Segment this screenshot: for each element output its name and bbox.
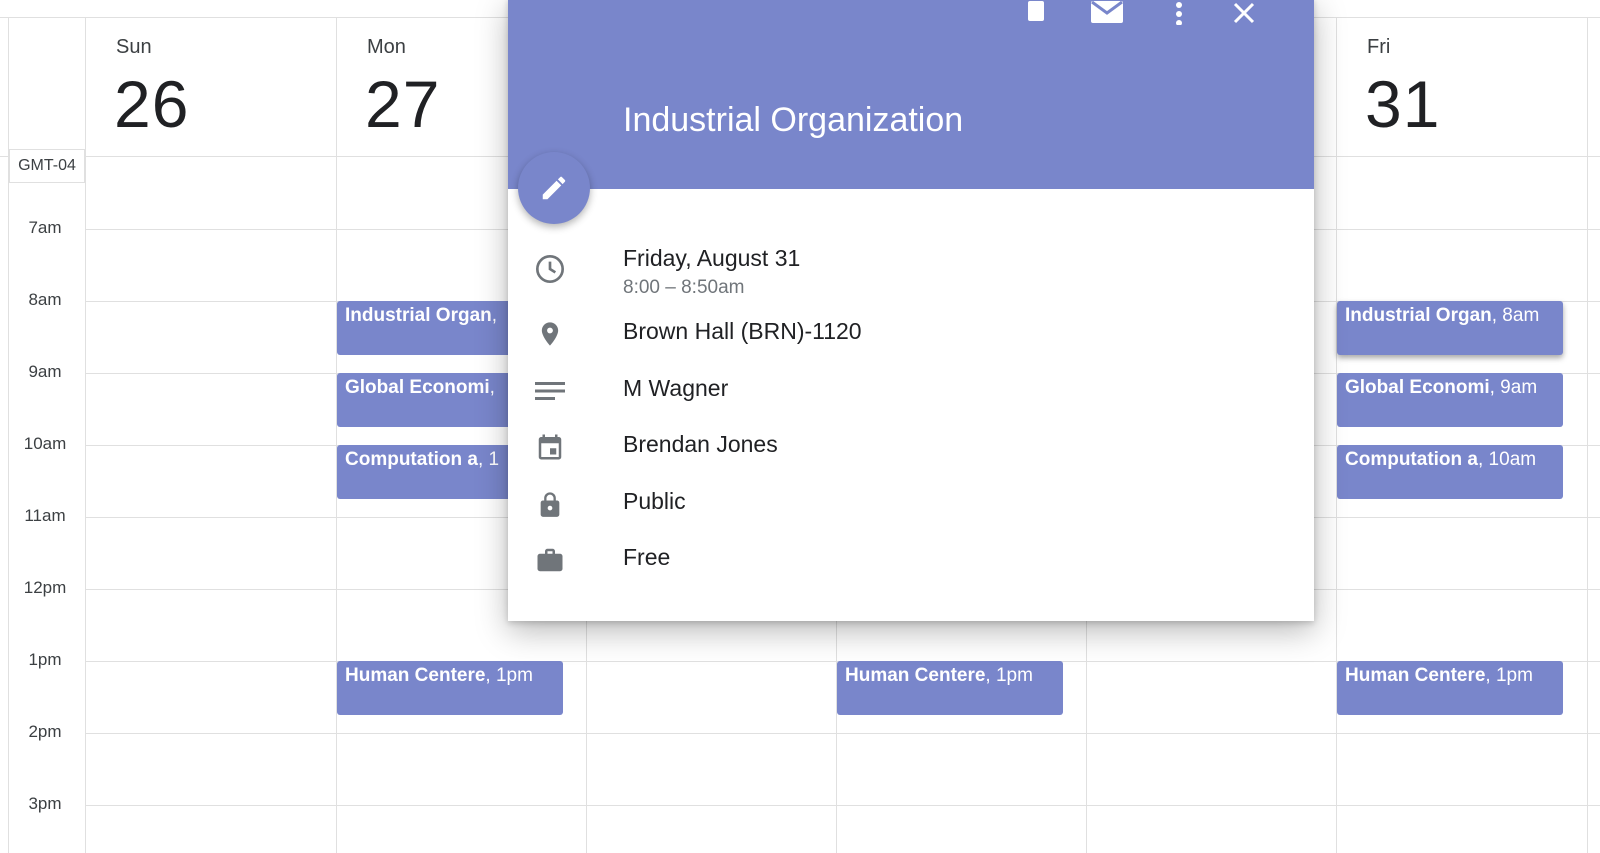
- event-time: , 1: [478, 449, 500, 470]
- event-time: , 1pm: [985, 665, 1033, 686]
- hour-label: 10am: [23, 434, 67, 453]
- event-calendar-owner: Brendan Jones: [623, 431, 778, 457]
- timezone-label: GMT-04: [9, 149, 85, 183]
- hour-label: 2pm: [28, 722, 62, 741]
- location-pin-icon: [532, 316, 568, 352]
- hour-label: 7am: [28, 218, 62, 237]
- day-name: Sun: [116, 36, 152, 58]
- day-number[interactable]: 31: [1365, 66, 1440, 142]
- delete-icon[interactable]: [1016, 0, 1056, 26]
- description-icon: [532, 373, 568, 409]
- email-icon[interactable]: [1087, 0, 1127, 26]
- event-chip[interactable]: Global Economi, 9am: [1337, 373, 1563, 427]
- event-chip[interactable]: Human Centere, 1pm: [337, 661, 563, 715]
- event-availability-row: Free: [508, 536, 1314, 582]
- event-title: Global Economi: [1345, 377, 1490, 398]
- event-chip[interactable]: Computation a, 10am: [1337, 445, 1563, 499]
- event-title: Industrial Organization: [623, 101, 964, 139]
- event-title: Global Economi: [345, 377, 490, 398]
- briefcase-icon: [532, 542, 568, 578]
- event-time: , 1pm: [1485, 665, 1533, 686]
- event-chip-selected[interactable]: Industrial Organ, 8am: [1337, 301, 1563, 355]
- edit-event-button[interactable]: [518, 152, 590, 224]
- event-date: Friday, August 31: [623, 245, 801, 271]
- calendar-icon: [532, 429, 568, 465]
- event-time: , 10am: [1478, 449, 1537, 470]
- event-availability: Free: [623, 544, 671, 570]
- popup-header: Industrial Organization: [508, 0, 1314, 189]
- event-title: Human Centere: [845, 665, 986, 686]
- event-title: Industrial Organ: [345, 305, 492, 326]
- hour-label: 3pm: [28, 794, 62, 813]
- event-description-row: M Wagner: [508, 367, 1314, 413]
- event-title: Human Centere: [345, 665, 486, 686]
- event-location-row: Brown Hall (BRN)-1120: [508, 310, 1314, 356]
- day-name: Mon: [367, 36, 406, 58]
- hour-label: 8am: [28, 290, 62, 309]
- event-title: Computation a: [345, 449, 478, 470]
- day-header-sun[interactable]: Sun 26: [86, 18, 336, 146]
- event-visibility: Public: [623, 488, 686, 514]
- event-datetime-row: Friday, August 31 8:00 – 8:50am: [508, 237, 1314, 301]
- event-time: , 8am: [1491, 305, 1540, 326]
- event-time: ,: [491, 305, 498, 326]
- row-divider: [85, 805, 1600, 806]
- hour-label: 11am: [24, 506, 66, 525]
- grid-left-border: [8, 18, 9, 853]
- day-number[interactable]: 27: [365, 66, 440, 142]
- event-time: , 1pm: [485, 665, 533, 686]
- event-calendar-row: Brendan Jones: [508, 423, 1314, 469]
- event-description: M Wagner: [623, 375, 729, 401]
- day-name: Fri: [1367, 36, 1391, 58]
- close-icon[interactable]: [1224, 0, 1264, 26]
- day-number[interactable]: 26: [114, 66, 189, 142]
- event-details-popup: Industrial Organization Friday, August 3…: [508, 0, 1314, 621]
- day-header-fri[interactable]: Fri 31: [1337, 18, 1587, 146]
- row-divider: [85, 733, 1600, 734]
- lock-icon: [532, 486, 568, 522]
- hour-label: 9am: [28, 362, 62, 381]
- hour-label: 1pm: [28, 650, 62, 669]
- event-title: Industrial Organ: [1345, 305, 1492, 326]
- event-time: , 9am: [1489, 377, 1538, 398]
- event-time-range: 8:00 – 8:50am: [623, 277, 745, 298]
- more-options-icon[interactable]: [1159, 0, 1199, 26]
- column-divider: [1587, 18, 1588, 853]
- event-chip[interactable]: Human Centere, 1pm: [1337, 661, 1563, 715]
- pencil-icon: [539, 173, 569, 203]
- hour-label: 12pm: [23, 578, 67, 597]
- event-title: Human Centere: [1345, 665, 1486, 686]
- event-visibility-row: Public: [508, 480, 1314, 526]
- event-title: Computation a: [1345, 449, 1478, 470]
- event-chip[interactable]: Human Centere, 1pm: [837, 661, 1063, 715]
- event-location: Brown Hall (BRN)-1120: [623, 318, 862, 344]
- event-time: ,: [489, 377, 495, 398]
- clock-icon: [532, 251, 568, 287]
